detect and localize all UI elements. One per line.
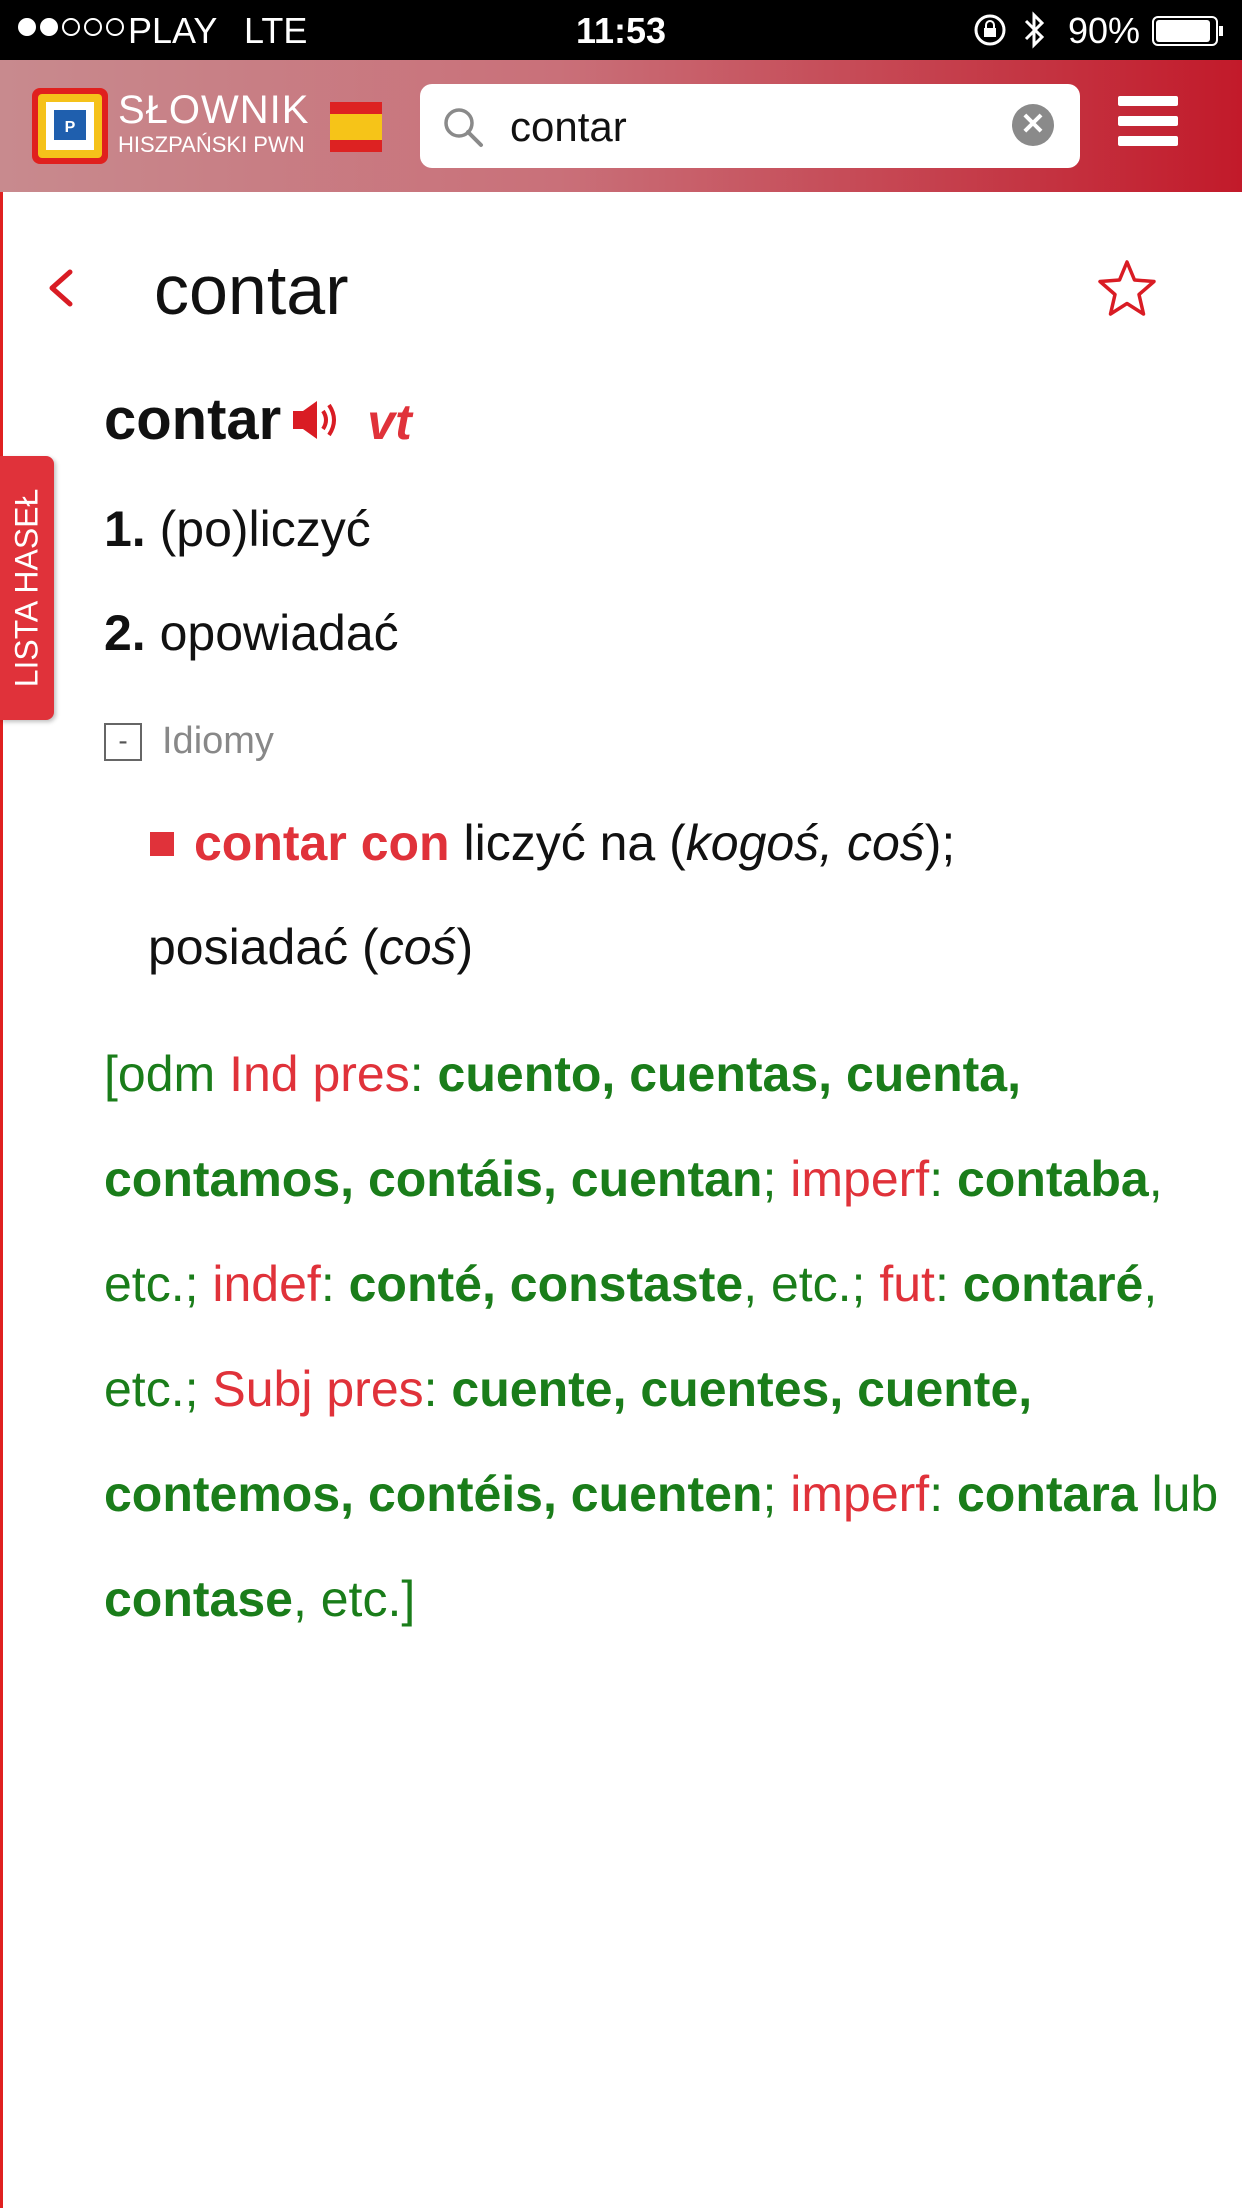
bullet-square-icon	[150, 832, 174, 856]
tense-label: Ind pres	[229, 1046, 410, 1102]
idioms-label: Idiomy	[162, 720, 274, 762]
idiom-punct: )	[456, 919, 474, 975]
rotation-lock-icon	[974, 14, 1006, 46]
battery-icon	[1152, 16, 1223, 46]
sense-number: 1.	[104, 501, 146, 557]
spain-flag-icon[interactable]	[330, 102, 382, 152]
search-input[interactable]	[508, 98, 1012, 156]
idiom-translation: liczyć na (	[449, 815, 686, 871]
inflection-close: , etc.]	[292, 1571, 416, 1627]
pwn-logo-icon: P	[32, 88, 108, 164]
back-chevron-icon[interactable]	[40, 258, 80, 318]
status-bar: PLAY LTE 11:53 90%	[0, 0, 1242, 60]
verb-forms: contara	[957, 1466, 1138, 1522]
idiom-entry: contar con liczyć na (kogoś, coś);	[150, 814, 955, 872]
logo-text: SŁOWNIK HISZPAŃSKI PWN	[118, 90, 309, 156]
tense-label: imperf	[790, 1466, 930, 1522]
headword-line: contar vt	[104, 386, 412, 453]
part-of-speech: vt	[367, 394, 412, 450]
verb-forms: contaré	[962, 1256, 1144, 1312]
logo-subtitle: HISZPAŃSKI PWN	[118, 132, 305, 157]
search-icon	[444, 108, 483, 147]
sense-text: opowiadać	[159, 605, 399, 661]
idiom-object: coś	[378, 919, 457, 975]
logo-title: SŁOWNIK	[118, 88, 310, 132]
idiom-term: contar con	[194, 815, 450, 871]
hamburger-menu-icon[interactable]	[1118, 96, 1178, 152]
verb-forms: conté, constaste	[348, 1256, 744, 1312]
idiom-translation: posiadać (	[148, 919, 379, 975]
tense-label: Subj pres	[212, 1361, 424, 1417]
lub-text: lub	[1137, 1466, 1219, 1522]
search-box[interactable]: ✕	[420, 84, 1080, 168]
word-list-tab-label: LISTA HASEŁ	[8, 488, 45, 688]
idiom-entry-continued: posiadać (coś)	[148, 918, 473, 976]
sense-item: 1. (po)liczyć	[104, 500, 371, 558]
page-title: contar	[154, 251, 349, 329]
favorite-star-icon[interactable]	[1096, 258, 1158, 318]
sense-item: 2. opowiadać	[104, 604, 399, 662]
tense-label: imperf	[790, 1151, 930, 1207]
collapse-toggle-icon[interactable]: -	[104, 722, 142, 761]
app-header: P SŁOWNIK HISZPAŃSKI PWN ✕	[0, 60, 1242, 192]
idiom-punct: );	[924, 815, 956, 871]
idioms-toggle[interactable]: - Idiomy	[104, 720, 274, 763]
inflection-open: [odm	[104, 1046, 230, 1102]
speaker-icon[interactable]	[291, 397, 343, 443]
bluetooth-icon	[1024, 11, 1045, 49]
inflection-block: [odm Ind pres: cuento, cuentas, cuenta, …	[104, 1046, 1219, 1627]
battery-percent: 90%	[1068, 10, 1141, 51]
clear-search-icon[interactable]: ✕	[1012, 104, 1054, 146]
sense-number: 2.	[104, 605, 146, 661]
svg-text:P: P	[65, 119, 76, 136]
verb-forms: contase	[104, 1571, 293, 1627]
tense-label: indef	[212, 1256, 321, 1312]
etc-text: , etc.;	[743, 1256, 866, 1312]
idiom-object: kogoś, coś	[685, 815, 925, 871]
headword: contar	[104, 387, 282, 452]
clock: 11:53	[575, 10, 667, 51]
verb-forms: contaba	[957, 1151, 1149, 1207]
tense-label: fut	[879, 1256, 935, 1312]
sense-text: (po)liczyć	[159, 501, 371, 557]
word-list-tab[interactable]: LISTA HASEŁ	[0, 456, 54, 720]
